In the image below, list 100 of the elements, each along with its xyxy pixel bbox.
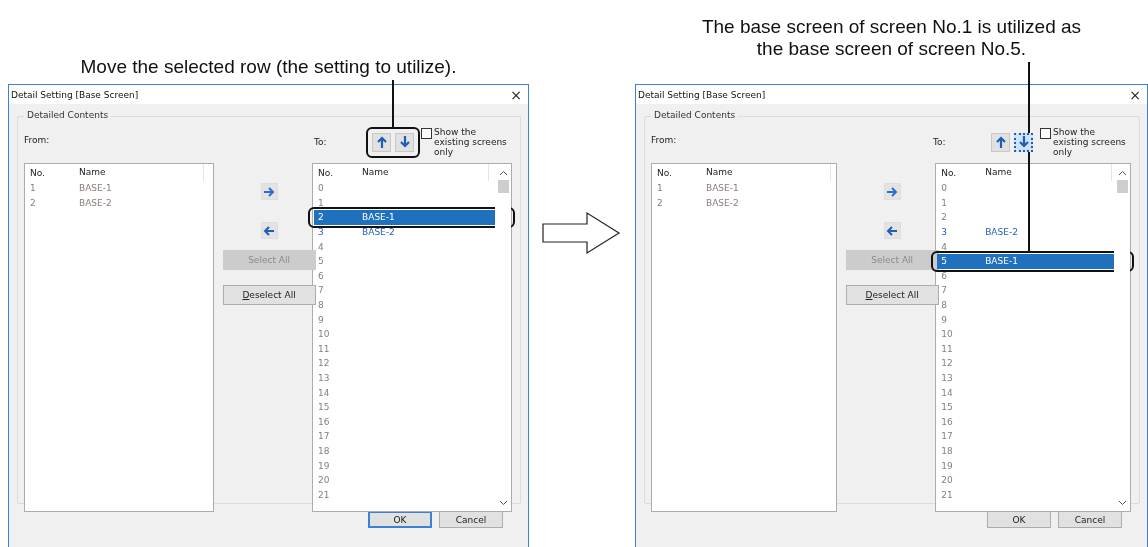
- left-arrow-icon: [262, 223, 277, 238]
- scroll-down-icon: [498, 500, 508, 506]
- row-number[interactable]: 0: [318, 183, 363, 194]
- row-number[interactable]: 13: [941, 373, 986, 383]
- down-arrow-icon: [1016, 135, 1031, 149]
- down-arrow-icon: [397, 135, 412, 149]
- row-name[interactable]: BASE-1: [706, 183, 739, 194]
- column-header: Name: [706, 164, 831, 181]
- column-header: No.: [941, 167, 958, 178]
- row-number[interactable]: 3: [941, 227, 986, 238]
- column-header: Name: [79, 164, 204, 181]
- row-number[interactable]: 12: [941, 358, 986, 369]
- scroll-up-icon: [1117, 170, 1127, 176]
- row-number[interactable]: 2: [318, 212, 363, 223]
- row-number[interactable]: 9: [318, 314, 363, 325]
- row-number[interactable]: 1: [318, 197, 363, 208]
- row-number[interactable]: 14: [318, 387, 363, 398]
- move-up-button[interactable]: [372, 132, 391, 152]
- from-label: From:: [24, 135, 50, 145]
- to-label: To:: [314, 137, 328, 147]
- row-number[interactable]: 17: [318, 431, 363, 442]
- add-button[interactable]: [260, 183, 278, 200]
- row-number[interactable]: 3: [318, 227, 363, 238]
- row-number[interactable]: 11: [941, 343, 986, 354]
- row-number[interactable]: 5: [941, 256, 986, 267]
- row-name[interactable]: BASE-2: [79, 197, 112, 208]
- row-name[interactable]: BASE-1: [985, 256, 1018, 267]
- row-number[interactable]: 6: [318, 270, 363, 281]
- close-button[interactable]: ×: [504, 86, 528, 103]
- row-number[interactable]: 8: [318, 300, 363, 311]
- from-label: From:: [651, 135, 677, 145]
- window-title: Detail Setting [Base Screen]: [638, 89, 766, 100]
- move-up-button[interactable]: [991, 132, 1010, 152]
- row-name[interactable]: BASE-1: [79, 183, 112, 194]
- row-number[interactable]: 7: [941, 285, 986, 296]
- callout-caption: The base screen of screen No.1 is utilized as the base screen of screen No.5.: [700, 16, 1083, 60]
- row-number[interactable]: 20: [941, 475, 986, 486]
- add-button[interactable]: [883, 183, 901, 200]
- row-number[interactable]: 10: [318, 329, 363, 340]
- row-number[interactable]: 1: [657, 183, 706, 194]
- scroll-up-icon: [498, 170, 508, 176]
- row-number[interactable]: 2: [30, 197, 79, 208]
- deselect-all-button[interactable]: Deselect All: [845, 285, 939, 305]
- scroll-thumb[interactable]: [1116, 180, 1128, 193]
- row-number[interactable]: 21: [941, 489, 986, 500]
- row-number[interactable]: 15: [941, 402, 986, 413]
- checkbox[interactable]: [421, 128, 432, 139]
- row-number[interactable]: 18: [941, 446, 986, 456]
- checkbox-label[interactable]: Show the existing screens only: [1053, 127, 1127, 157]
- row-number[interactable]: 2: [657, 197, 706, 208]
- row-number[interactable]: 2: [941, 212, 986, 223]
- column-header: No.: [318, 167, 334, 178]
- left-arrow-icon: [885, 223, 900, 238]
- row-number[interactable]: 4: [941, 241, 986, 252]
- leader-line: [392, 80, 394, 127]
- row-name[interactable]: BASE-2: [706, 197, 739, 208]
- row-number[interactable]: 8: [941, 300, 986, 311]
- row-name[interactable]: BASE-2: [362, 227, 395, 238]
- row-number[interactable]: 0: [941, 183, 986, 194]
- row-number[interactable]: 1: [941, 197, 986, 208]
- row-number[interactable]: 7: [318, 285, 363, 296]
- column-header: No.: [30, 167, 46, 178]
- row-number[interactable]: 17: [941, 431, 986, 442]
- row-name[interactable]: BASE-1: [362, 212, 395, 223]
- row-number[interactable]: 10: [941, 329, 986, 340]
- row-number[interactable]: 18: [318, 446, 363, 456]
- row-number[interactable]: 21: [318, 489, 363, 500]
- callout-caption: Move the selected row (the setting to utilize).: [80, 56, 457, 78]
- row-number[interactable]: 1: [30, 183, 79, 194]
- row-number[interactable]: 19: [318, 460, 363, 471]
- window-title: Detail Setting [Base Screen]: [11, 89, 139, 100]
- checkbox[interactable]: [1040, 128, 1051, 139]
- row-number[interactable]: 20: [318, 475, 363, 486]
- row-number[interactable]: 16: [941, 416, 986, 427]
- column-header: No.: [657, 167, 673, 178]
- row-number[interactable]: 14: [941, 387, 986, 398]
- row-number[interactable]: 15: [318, 402, 363, 413]
- remove-button[interactable]: [883, 222, 901, 239]
- remove-button[interactable]: [260, 222, 278, 239]
- column-header: Name: [362, 164, 490, 181]
- scroll-thumb[interactable]: [497, 180, 509, 193]
- row-number[interactable]: 6: [941, 270, 986, 281]
- deselect-all-button[interactable]: Deselect All: [222, 285, 316, 305]
- move-down-button[interactable]: [1014, 132, 1033, 152]
- row-number[interactable]: 4: [318, 241, 363, 252]
- checkbox-label[interactable]: Show the existing screens only: [434, 127, 508, 157]
- to-label: To:: [933, 137, 947, 147]
- row-number[interactable]: 13: [318, 373, 363, 383]
- row-number[interactable]: 16: [318, 416, 363, 427]
- right-arrow-icon: [262, 184, 277, 199]
- group-label: Detailed Contents: [24, 110, 112, 120]
- scroll-down-icon: [1117, 500, 1127, 506]
- row-number[interactable]: 5: [318, 256, 363, 267]
- row-number[interactable]: 9: [941, 314, 986, 325]
- row-number[interactable]: 11: [318, 343, 363, 354]
- row-name[interactable]: BASE-2: [985, 227, 1018, 238]
- group-label: Detailed Contents: [651, 110, 739, 120]
- row-number[interactable]: 12: [318, 358, 363, 369]
- row-number[interactable]: 19: [941, 460, 986, 471]
- close-button[interactable]: ×: [1123, 86, 1147, 103]
